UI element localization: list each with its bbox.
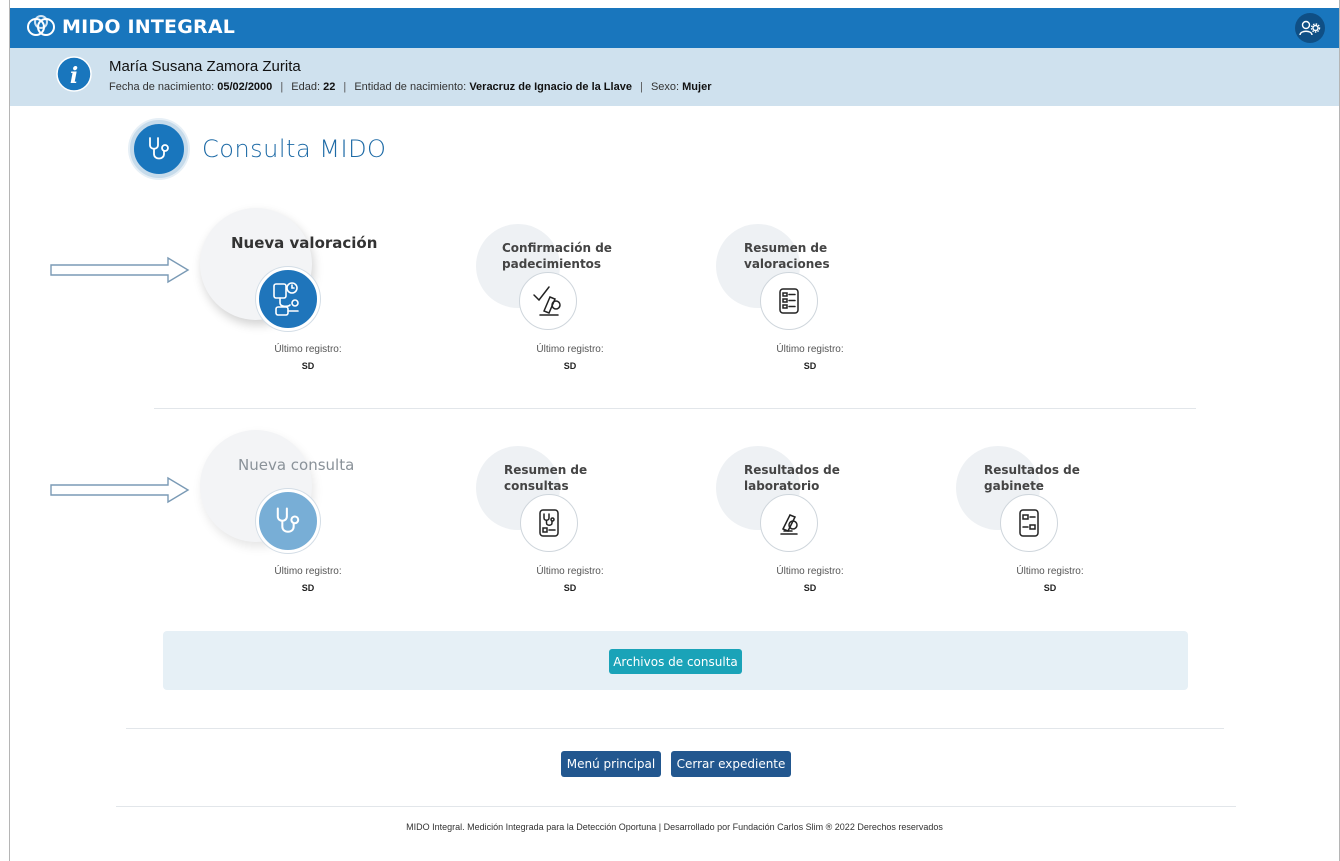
card-title: Nueva valoración: [231, 234, 378, 252]
patient-name: María Susana Zamora Zurita: [109, 58, 301, 75]
footer-text: MIDO Integral. Medición Integrada para l…: [406, 822, 943, 832]
info-icon: i: [56, 56, 92, 92]
arrow-right-icon: [50, 256, 190, 284]
age-value: 22: [323, 81, 336, 93]
list-document-icon: [760, 272, 818, 330]
sex-value: Mujer: [682, 81, 712, 93]
user-settings-button[interactable]: [1295, 13, 1325, 43]
top-bar: MIDO INTEGRAL: [10, 8, 1339, 48]
entity-value: Veracruz de Ignacio de la Llave: [469, 81, 632, 93]
card-title: Resumen de valoraciones: [744, 241, 830, 271]
patient-details: Fecha de nacimiento: 05/02/2000 | Edad: …: [109, 81, 712, 93]
card-resultados-gabinete[interactable]: Resultados de gabinete Último registro: …: [956, 446, 1156, 616]
close-record-button[interactable]: Cerrar expediente: [671, 751, 791, 777]
card-title: Confirmación de padecimientos: [502, 241, 612, 271]
stethoscope-document-icon: [520, 494, 578, 552]
card-resultados-laboratorio[interactable]: Resultados de laboratorio Último registr…: [716, 446, 916, 616]
stethoscope-icon: [256, 489, 320, 553]
card-nueva-valoracion[interactable]: Nueva valoración Último registro: SD: [200, 208, 400, 378]
last-record-label: Último registro:: [536, 344, 604, 355]
form-document-icon: [1000, 494, 1058, 552]
last-record-label: Último registro:: [1016, 566, 1084, 577]
card-title: Resumen de consultas: [504, 463, 588, 493]
birth-value: 05/02/2000: [217, 81, 273, 93]
section-divider: [126, 728, 1224, 729]
app-name: MIDO INTEGRAL: [62, 16, 236, 38]
age-label: Edad:: [291, 81, 321, 93]
section-divider: [154, 408, 1196, 409]
last-record-value: SD: [563, 583, 577, 593]
last-record-value: SD: [1043, 583, 1057, 593]
last-record-value: SD: [803, 361, 817, 371]
app-logo[interactable]: MIDO INTEGRAL: [26, 14, 235, 40]
last-record-label: Último registro:: [776, 566, 844, 577]
entity-label: Entidad de nacimiento:: [354, 81, 467, 93]
last-record-label: Último registro:: [536, 566, 604, 577]
page-title: Consulta MIDO: [202, 135, 387, 163]
logo-icon: [27, 15, 55, 36]
microscope-icon: [760, 494, 818, 552]
last-record-label: Último registro:: [776, 344, 844, 355]
archivos-consulta-button[interactable]: Archivos de consulta: [609, 649, 742, 674]
main-menu-button[interactable]: Menú principal: [561, 751, 661, 777]
check-microscope-icon: [519, 272, 577, 330]
card-confirmacion-padecimientos[interactable]: Confirmación de padecimientos Último reg…: [476, 224, 676, 394]
svg-text:i: i: [70, 63, 78, 89]
user-gear-icon: [1299, 20, 1321, 36]
card-title: Resultados de gabinete: [984, 463, 1080, 493]
card-title: Resultados de laboratorio: [744, 463, 840, 493]
blood-pressure-icon: [256, 267, 320, 331]
footer-divider: [116, 806, 1236, 807]
last-record-value: SD: [301, 361, 315, 371]
last-record-value: SD: [563, 361, 577, 371]
arrow-right-icon: [50, 476, 190, 504]
sex-label: Sexo:: [650, 81, 680, 93]
last-record-label: Último registro:: [274, 344, 342, 355]
last-record-value: SD: [301, 583, 315, 593]
stethoscope-icon: [149, 137, 169, 160]
birth-label: Fecha de nacimiento:: [109, 81, 215, 93]
last-record-value: SD: [803, 583, 817, 593]
page-heading: Consulta MIDO: [130, 120, 386, 178]
last-record-label: Último registro:: [274, 566, 342, 577]
card-nueva-consulta[interactable]: Nueva consulta Último registro: SD: [200, 430, 400, 600]
heading-badge: [130, 120, 188, 178]
app-frame: MIDO INTEGRAL i María Susana Zamora Zuri…: [9, 0, 1340, 861]
card-title: Nueva consulta: [238, 456, 355, 474]
card-resumen-consultas[interactable]: Resumen de consultas Último registro: SD: [476, 446, 676, 616]
patient-info-bar: i María Susana Zamora Zurita Fecha de na…: [10, 48, 1339, 106]
card-resumen-valoraciones[interactable]: Resumen de valoraciones Último registro:…: [716, 224, 916, 394]
